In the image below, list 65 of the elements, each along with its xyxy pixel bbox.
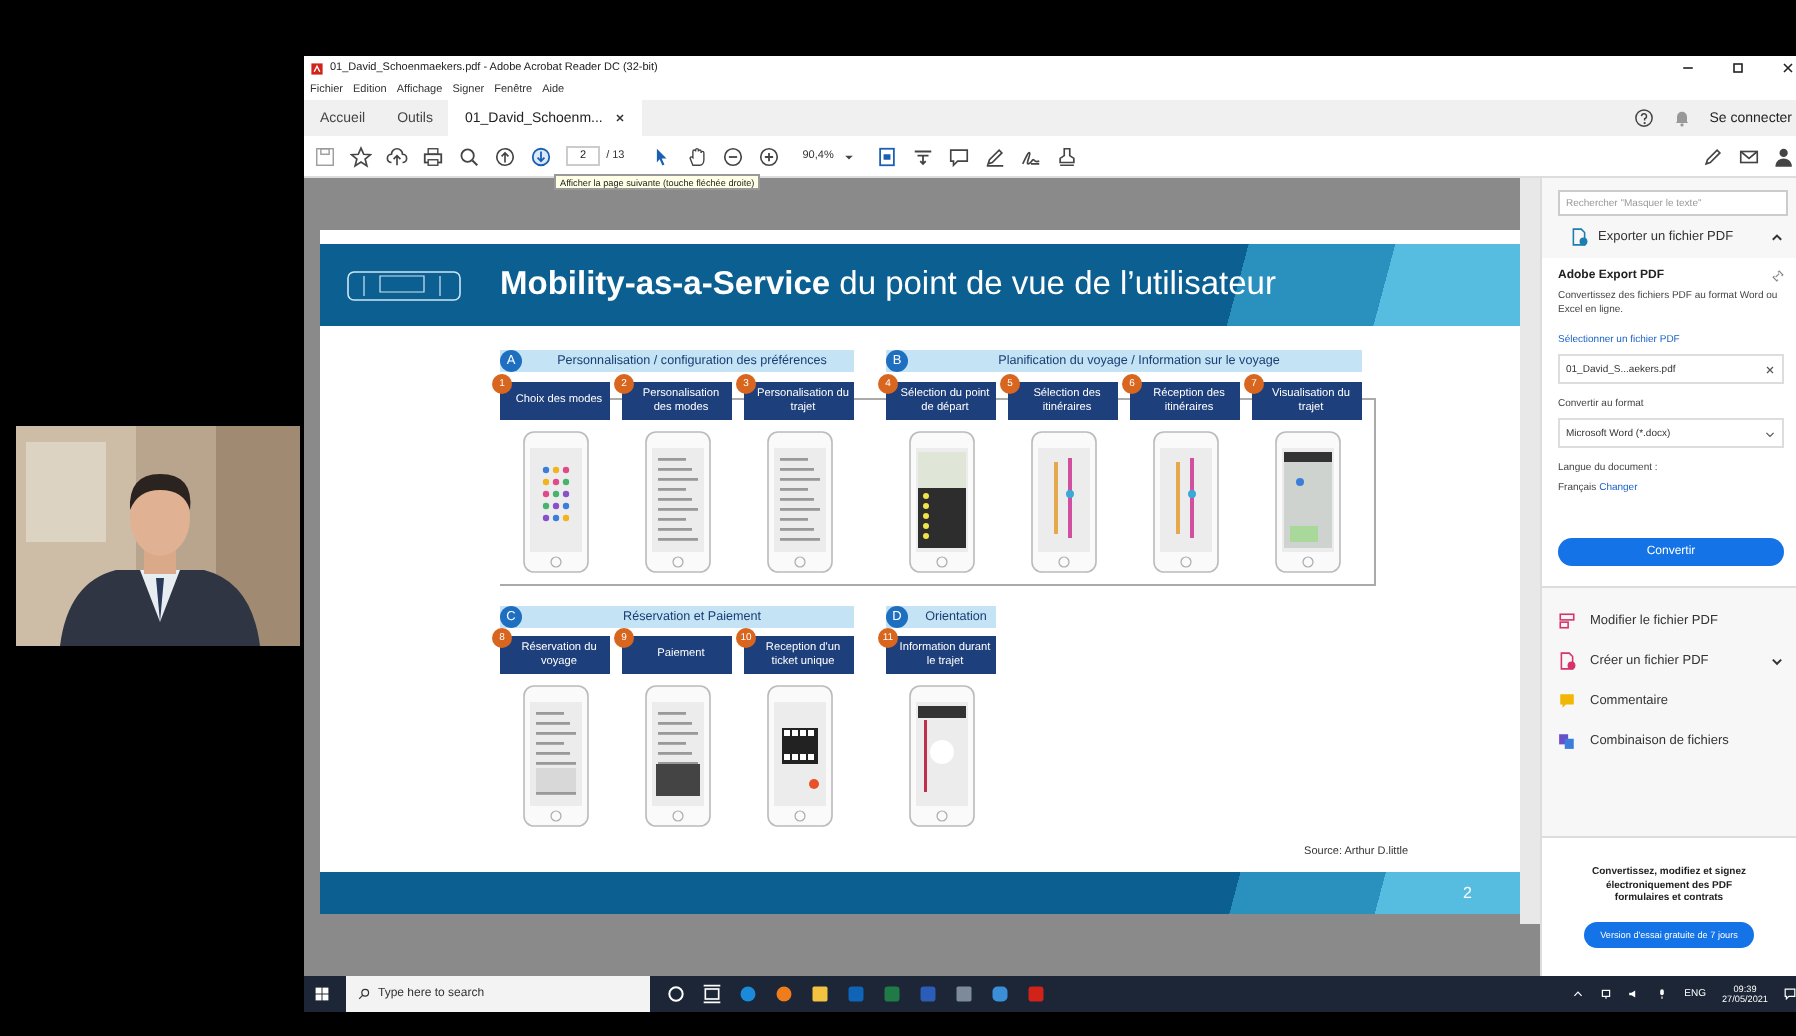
arrow-up-icon[interactable]: [494, 145, 516, 167]
phone-drawing: [907, 430, 975, 574]
upload-icon[interactable]: [386, 145, 408, 167]
phone-drawing: [907, 684, 975, 828]
edit-pdf-icon: [1558, 611, 1576, 629]
phone-drawing: [521, 430, 589, 574]
help-icon[interactable]: [1633, 108, 1654, 128]
phone-drawing: [643, 684, 711, 828]
notification-icon[interactable]: [1784, 988, 1796, 1000]
comment-icon: [1558, 691, 1576, 709]
app-icon[interactable]: [990, 984, 1010, 1004]
cortana-icon[interactable]: [666, 984, 686, 1004]
search-icon: [358, 988, 370, 1000]
chevron-up-icon[interactable]: [1572, 988, 1585, 1000]
phone-drawing: [765, 684, 833, 828]
spreadsheet-app-icon[interactable]: [882, 984, 902, 1004]
phone-drawing: [765, 430, 833, 574]
export-pdf-icon: [1570, 228, 1588, 246]
search-icon[interactable]: [458, 145, 480, 167]
scrollbar[interactable]: [1520, 178, 1540, 924]
phone-drawing: [1151, 430, 1219, 574]
phone-drawing: [1029, 430, 1097, 574]
clear-icon[interactable]: [1764, 363, 1776, 375]
close-icon[interactable]: [614, 112, 627, 124]
hand-icon[interactable]: [686, 145, 709, 167]
arrow-down-icon[interactable]: [530, 145, 552, 167]
close-icon[interactable]: [1780, 60, 1796, 76]
save-icon[interactable]: [314, 145, 336, 167]
firefox-icon[interactable]: [774, 984, 794, 1004]
pdf-file-icon: [310, 61, 324, 75]
calculator-icon[interactable]: [954, 984, 974, 1004]
mail-app-icon[interactable]: [846, 984, 866, 1004]
task-view-icon[interactable]: [702, 984, 722, 1004]
stamp-icon[interactable]: [1055, 145, 1078, 167]
bus-icon: [344, 265, 464, 305]
create-pdf-icon: [1558, 651, 1576, 669]
edge-icon[interactable]: [738, 984, 758, 1004]
phone-drawing: [1273, 430, 1341, 574]
maximize-icon[interactable]: [1730, 60, 1746, 76]
pen-icon[interactable]: [1702, 145, 1724, 167]
pdf-app-icon[interactable]: [1026, 984, 1046, 1004]
comment-icon[interactable]: [947, 145, 970, 167]
zoom-in-icon[interactable]: [758, 145, 781, 167]
folder-icon[interactable]: [810, 984, 830, 1004]
print-icon[interactable]: [422, 145, 444, 167]
zoom-out-icon[interactable]: [722, 145, 745, 167]
page-number: 2: [1463, 884, 1472, 902]
user-icon[interactable]: [1774, 145, 1796, 167]
chevron-down-icon: [1764, 427, 1776, 439]
slide-title: Mobility-as-a-Service du point de vue de l’utilisateur: [500, 266, 1276, 304]
star-icon[interactable]: [350, 145, 372, 167]
scroll-mode-icon[interactable]: [911, 145, 934, 167]
phone-drawing: [643, 430, 711, 574]
pen-icon[interactable]: [983, 145, 1006, 167]
phone-drawing: [521, 684, 589, 828]
caret-icon: [843, 151, 854, 161]
windows-icon[interactable]: [314, 986, 330, 1002]
chevron-down-icon[interactable]: [1770, 653, 1784, 667]
mail-icon[interactable]: [1738, 145, 1760, 167]
combine-files-icon: [1558, 731, 1576, 749]
chevron-up-icon[interactable]: [1770, 230, 1784, 244]
speaker-icon[interactable]: [1628, 988, 1641, 1000]
document-app-icon[interactable]: [918, 984, 938, 1004]
fit-page-icon[interactable]: [875, 145, 898, 167]
network-icon[interactable]: [1600, 988, 1613, 1000]
